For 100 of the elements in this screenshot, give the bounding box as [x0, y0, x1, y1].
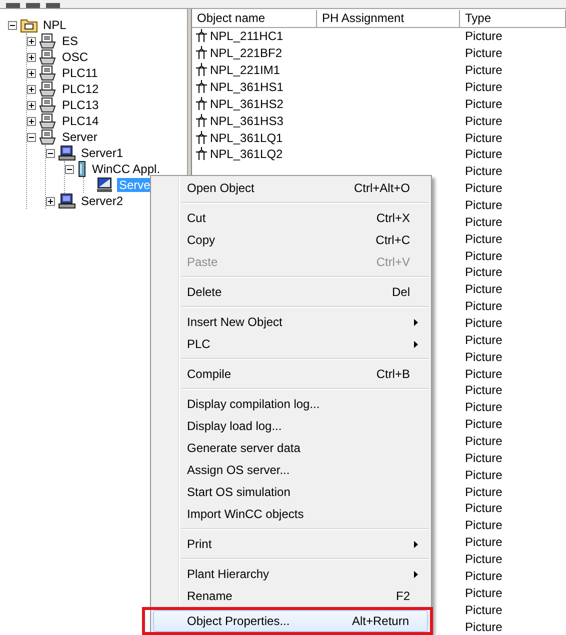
symbol-icon — [196, 46, 207, 60]
type-cell-text: Picture — [464, 602, 502, 617]
symbol-icon — [196, 114, 207, 128]
type-cell-text: Picture — [464, 501, 502, 516]
menu-item[interactable]: Object Properties... Alt+Return — [153, 610, 428, 632]
type-cell-text: Picture — [464, 248, 502, 263]
menu-item[interactable]: Assign OS server... — [153, 459, 429, 481]
station-icon — [39, 65, 57, 81]
station-icon — [39, 81, 57, 97]
tree-item[interactable]: PLC14 — [60, 114, 101, 128]
menu-item[interactable]: Generate server data — [153, 437, 429, 459]
expand-icon[interactable] — [27, 100, 36, 110]
station-icon — [39, 33, 57, 49]
collapse-icon[interactable] — [8, 20, 17, 30]
type-cell-text: Picture — [464, 214, 502, 229]
type-cell-text: Picture — [464, 198, 502, 212]
type-cell-text: Picture — [464, 164, 502, 178]
station-icon — [39, 129, 57, 145]
type-cell-text: Picture — [464, 383, 502, 398]
tree-item[interactable]: Server — [60, 130, 100, 144]
type-cell-text: Picture — [464, 282, 502, 296]
expand-icon[interactable] — [27, 52, 36, 62]
menu-item[interactable]: Delete Del — [153, 281, 429, 303]
type-cell-text: Picture — [464, 450, 502, 465]
tree-item[interactable]: ES — [60, 34, 80, 48]
type-cell-text: Picture — [464, 518, 502, 532]
object-name: NPL_361HS3 — [210, 114, 284, 128]
symbol-icon — [196, 147, 207, 162]
type-cell-text: Picture — [464, 232, 502, 246]
type-cell-text: Picture — [464, 350, 502, 364]
expand-icon[interactable] — [27, 68, 36, 78]
type-cell-text: Picture — [464, 46, 502, 60]
menu-item[interactable]: Rename F2 — [153, 585, 429, 607]
type-cell-text: Picture — [464, 130, 502, 145]
object-name: NPL_361HS1 — [210, 80, 284, 94]
tree-item[interactable]: PLC12 — [60, 82, 101, 96]
menu-item[interactable]: Plant Hierarchy — [153, 563, 429, 585]
type-cell-text: Picture — [464, 620, 502, 634]
menu-item[interactable]: Print — [153, 533, 429, 555]
symbol-icon — [196, 130, 207, 145]
tree-item[interactable]: PLC11 — [60, 66, 100, 80]
menu-item[interactable]: Copy Ctrl+C — [153, 229, 429, 251]
type-cell-text: Picture — [464, 29, 502, 44]
tree-item[interactable]: NPL — [41, 18, 68, 32]
type-cell-text: Picture — [464, 332, 502, 347]
symbol-icon — [196, 96, 207, 111]
expand-icon[interactable] — [46, 196, 55, 206]
menu-item[interactable]: PLC — [153, 333, 429, 355]
type-cell-text: Picture — [464, 316, 502, 330]
column-header[interactable]: Type — [460, 10, 566, 27]
menu-item[interactable]: Display load log... — [153, 415, 429, 437]
expand-icon[interactable] — [27, 84, 36, 94]
collapse-icon[interactable] — [27, 132, 36, 142]
column-header[interactable]: PH Assignment — [317, 10, 460, 27]
type-cell-text: Picture — [464, 80, 502, 94]
menu-item[interactable]: Compile Ctrl+B — [153, 363, 429, 385]
tree-item[interactable]: WinCC Appl. — [90, 162, 162, 176]
type-cell-text: Picture — [464, 400, 502, 414]
menu-item[interactable]: Open Object Ctrl+Alt+O — [153, 177, 429, 199]
type-cell-text: Picture — [464, 366, 502, 381]
menu-item[interactable]: Cut Ctrl+X — [153, 207, 429, 229]
menu-item[interactable]: Import WinCC objects — [153, 503, 429, 525]
type-cell-text: Picture — [464, 63, 502, 78]
expand-icon[interactable] — [27, 36, 36, 46]
type-cell-text: Picture — [464, 434, 502, 448]
type-cell-text: Picture — [464, 468, 502, 482]
object-name: NPL_221IM1 — [210, 63, 280, 78]
type-cell-text: Picture — [464, 586, 502, 600]
station-icon — [39, 49, 57, 65]
menu-item[interactable]: Insert New Object — [153, 311, 429, 333]
type-cell-text: Picture — [464, 484, 502, 499]
type-cell-text: Picture — [464, 535, 502, 550]
type-cell-text: Picture — [464, 114, 502, 128]
type-cell-text: Picture — [464, 417, 502, 432]
type-cell-text: Picture — [464, 552, 502, 566]
type-cell-text: Picture — [464, 181, 502, 196]
type-cell-text: Picture — [464, 265, 502, 280]
tree-item[interactable]: PLC13 — [60, 98, 101, 112]
object-name: NPL_361LQ2 — [210, 147, 283, 162]
type-cell-text: Picture — [464, 299, 502, 314]
symbol-icon — [196, 29, 207, 44]
collapse-icon[interactable] — [65, 164, 74, 174]
tree-item[interactable]: OSC — [60, 50, 90, 64]
station-icon — [39, 113, 57, 129]
station-icon — [39, 97, 57, 113]
tree-item[interactable]: Server1 — [79, 146, 126, 160]
monitor-icon — [96, 177, 114, 193]
object-name: NPL_361HS2 — [210, 96, 284, 111]
menu-item[interactable]: Display compilation log... — [153, 393, 429, 415]
column-header[interactable]: Object name — [192, 10, 317, 27]
expand-icon[interactable] — [27, 116, 36, 126]
collapse-icon[interactable] — [46, 148, 55, 158]
type-cell-text: Picture — [464, 568, 502, 583]
type-cell-text: Picture — [464, 147, 502, 162]
application-icon — [77, 161, 87, 177]
object-name: NPL_211HC1 — [210, 29, 284, 44]
tree-item[interactable]: Server2 — [79, 194, 126, 208]
menu-item[interactable]: Start OS simulation — [153, 481, 429, 503]
type-cell-text: Picture — [464, 96, 502, 111]
object-name: NPL_361LQ1 — [210, 130, 283, 145]
